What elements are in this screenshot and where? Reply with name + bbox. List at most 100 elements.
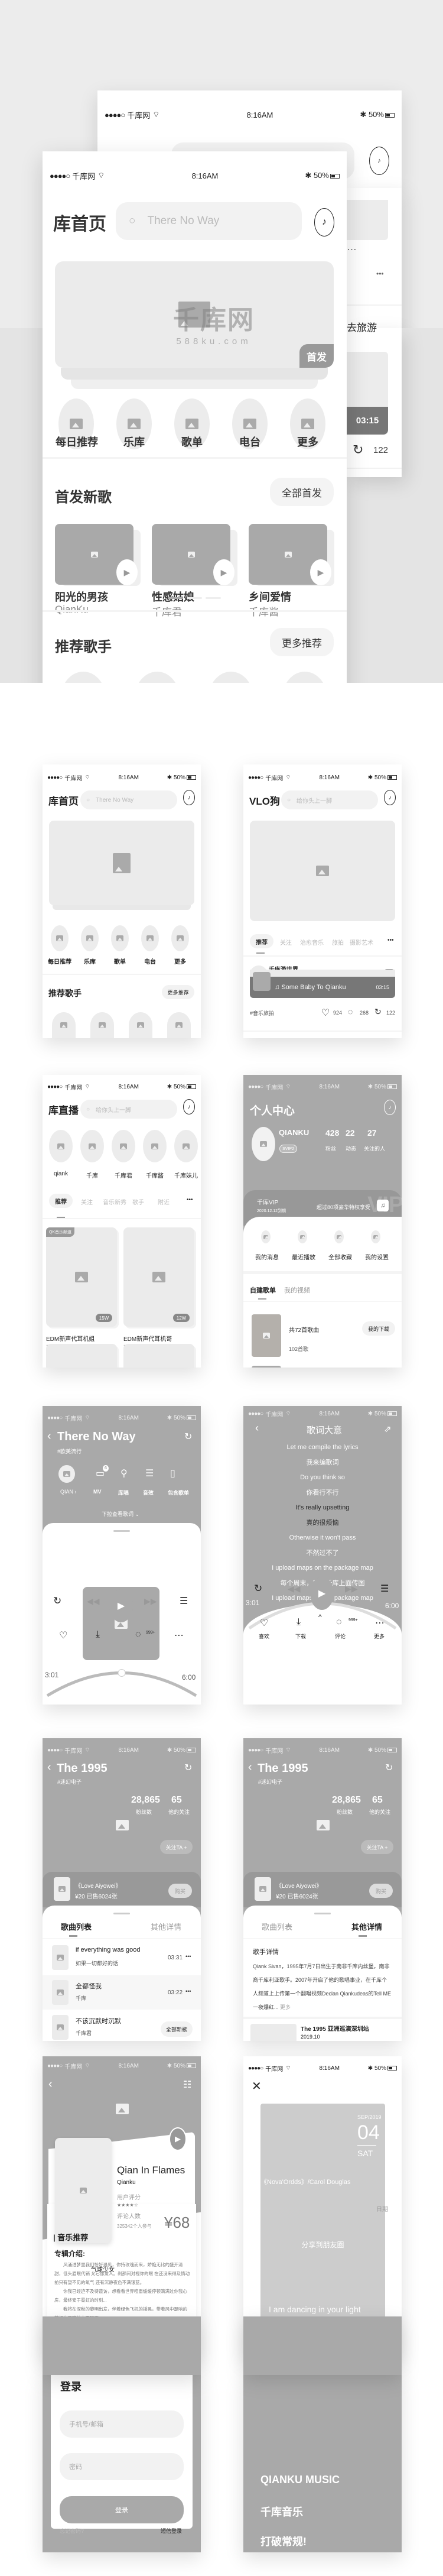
more-label[interactable]: 更多 (374, 1632, 385, 1640)
chevron-up-icon[interactable]: ^ (318, 1613, 322, 1621)
more-icon[interactable]: ••• (187, 1197, 193, 1203)
play-icon[interactable]: ▶ (310, 559, 331, 585)
genre-tag[interactable]: #迷幻电子 (57, 1778, 82, 1786)
download-icon[interactable]: ⤓ (297, 1617, 301, 1628)
more-icon[interactable]: ⋯ (375, 1617, 385, 1629)
back-icon[interactable]: ‹ (48, 2078, 53, 2091)
search-input[interactable]: ○ 给你头上一脚 (80, 1100, 177, 1119)
music-note-icon[interactable]: ♪ (183, 1099, 195, 1114)
song-thumb[interactable] (52, 2015, 69, 2040)
progress-arc[interactable] (43, 1656, 201, 1703)
host-avatar[interactable] (80, 1130, 104, 1162)
tab-3[interactable]: 歌手 (132, 1197, 144, 1206)
category-label[interactable]: 电台 (229, 434, 271, 449)
tab-4[interactable]: 摄影艺术 (350, 938, 373, 947)
all-new-songs-button[interactable]: 全部首发 (270, 478, 334, 506)
menu-label[interactable]: 最近播放 (292, 1252, 315, 1261)
close-icon[interactable]: ✕ (252, 2079, 262, 2094)
repeat-icon[interactable]: ↻ (53, 1595, 61, 1607)
like-label[interactable]: 喜欢 (259, 1632, 269, 1640)
music-note-icon[interactable]: ♪ (183, 790, 195, 805)
phone-email-input[interactable]: 手机号/邮箱 (60, 2410, 184, 2438)
host-name[interactable]: 千库妹儿 (171, 1171, 201, 1180)
menu-icon[interactable] (334, 1230, 344, 1243)
tab-details[interactable]: 其他详情 (351, 1921, 382, 1932)
host-avatar[interactable] (174, 1130, 198, 1162)
share-moments-button[interactable]: 分享到朋友圈 (260, 2232, 385, 2257)
drag-handle[interactable] (113, 1913, 130, 1914)
share-icon[interactable]: ↻ (353, 442, 363, 458)
recommend-item[interactable]: 气球少女 (91, 2264, 115, 2273)
date-toggle[interactable] (363, 2205, 374, 2212)
more-icon[interactable]: ••• (185, 1953, 191, 1959)
live-card[interactable]: 2.2W (46, 1344, 117, 1368)
vlog-banner[interactable] (250, 821, 395, 921)
tab-0[interactable]: 推荐 (250, 934, 273, 948)
tab-4[interactable]: 附近 (158, 1197, 170, 1206)
comment-icon[interactable]: ◌ (348, 1007, 353, 1016)
album-thumb[interactable] (255, 1877, 271, 1901)
tab-playlists[interactable]: 自建歌单 (250, 1285, 276, 1295)
category-label[interactable]: 更多 (167, 957, 194, 965)
next-icon[interactable]: ▶▶ (345, 1584, 358, 1594)
music-note-icon[interactable]: ♪ (314, 208, 334, 236)
menu-icon[interactable] (371, 1230, 380, 1243)
host-name[interactable]: 千库君 (108, 1171, 139, 1180)
follow-button[interactable]: 关注TA + (160, 1840, 193, 1854)
menu-icon[interactable] (261, 1230, 271, 1243)
album-thumb[interactable] (54, 1877, 70, 1901)
tab-songs[interactable]: 歌曲列表 (61, 1921, 92, 1932)
forgot-password-link[interactable]: 忘记密码? (60, 2527, 84, 2535)
progress-knob[interactable] (118, 1669, 126, 1677)
host-avatar[interactable] (112, 1130, 135, 1162)
category-icon[interactable] (81, 925, 99, 951)
menu-label[interactable]: 我的设置 (365, 1252, 389, 1261)
action-label[interactable]: 音效 (143, 1489, 154, 1496)
song-thumb[interactable] (52, 1980, 69, 2005)
sms-login-link[interactable]: 短信登录 (161, 2527, 182, 2535)
buy-button[interactable]: 购买 (168, 1884, 192, 1898)
tab-1[interactable]: 关注 (81, 1197, 93, 1206)
back-icon[interactable]: ‹ (47, 1430, 51, 1443)
share-icon[interactable]: ↻ (374, 1007, 382, 1017)
music-note-icon[interactable]: ♪ (384, 790, 396, 805)
login-button[interactable]: 登录 (60, 2496, 184, 2523)
share-icon[interactable]: ↻ (385, 1762, 393, 1774)
playlist-icon[interactable]: ☰ (380, 1583, 389, 1595)
action-label[interactable]: MV (93, 1489, 102, 1495)
search-input[interactable]: ○ There No Way (80, 790, 177, 809)
category-label[interactable]: 乐库 (113, 434, 155, 449)
download-icon[interactable]: ⤓ (96, 1629, 100, 1640)
comment-label[interactable]: 评论 (335, 1632, 346, 1640)
menu-icon[interactable] (298, 1230, 307, 1243)
category-label[interactable]: 更多 (287, 434, 328, 449)
menu-label[interactable]: 我的消息 (255, 1252, 279, 1261)
drag-handle[interactable] (113, 1530, 130, 1532)
song-title[interactable]: 全都怪我 (76, 1981, 102, 1991)
menu-label[interactable]: 全部收藏 (328, 1252, 352, 1261)
search-input[interactable]: ○ 给你头上一脚 (281, 790, 378, 809)
live-card[interactable]: 1.2W (123, 1344, 194, 1368)
banner[interactable] (49, 821, 194, 905)
menu-icon[interactable]: ☷ (183, 2079, 191, 2091)
live-card[interactable]: 15W (46, 1227, 117, 1327)
search-input[interactable]: ○ There No Way (116, 202, 302, 240)
like-icon[interactable]: ♡ (59, 1629, 67, 1641)
song-title[interactable]: 不该沉默时沉默 (76, 2016, 121, 2026)
back-icon[interactable]: ‹ (248, 1761, 252, 1774)
comment-icon[interactable]: ◌ (135, 1629, 141, 1640)
category-label[interactable]: 歌单 (106, 957, 133, 965)
pull-lyrics-hint[interactable]: 下拉查看歌词 (102, 1511, 133, 1517)
category-label[interactable]: 每日推荐 (46, 957, 73, 965)
category-label[interactable]: 乐库 (76, 957, 103, 965)
category-label[interactable]: 每日推荐 (56, 434, 98, 449)
category-icon[interactable] (141, 925, 159, 951)
song-thumb[interactable] (52, 1945, 69, 1970)
playlists-icon[interactable]: ▯ (170, 1467, 175, 1479)
stat-label[interactable]: 关注的人 (364, 1145, 385, 1152)
tab-details[interactable]: 其他详情 (151, 1921, 181, 1932)
like-icon[interactable]: ♡ (321, 1007, 330, 1019)
concert-poster[interactable] (250, 2024, 297, 2041)
share-icon[interactable]: ⇗ (384, 1424, 392, 1434)
play-button[interactable]: ▶ (109, 1589, 133, 1622)
